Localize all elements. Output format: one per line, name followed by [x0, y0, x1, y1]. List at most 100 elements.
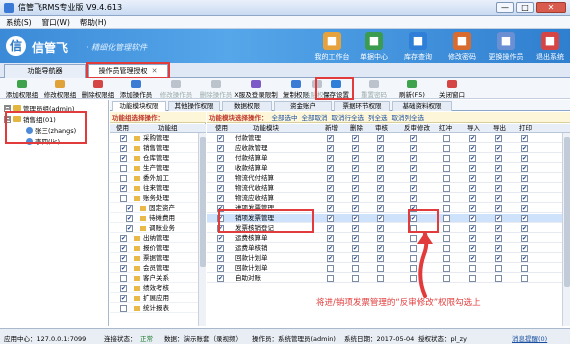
- group-checkbox[interactable]: ✔: [120, 255, 127, 262]
- module-use-checkbox[interactable]: ✔: [217, 165, 224, 172]
- toolbar-button-2[interactable]: 删除权限组: [78, 80, 118, 99]
- toolbar-button-6[interactable]: X服及登录限制: [234, 80, 278, 99]
- module-row[interactable]: ✔ 应收款管理 ✔ ✔ ✔ ✔ ✔ ✔ ✔: [207, 144, 567, 153]
- perm-checkbox[interactable]: ✔: [352, 185, 359, 192]
- perm-checkbox[interactable]: ✔: [352, 145, 359, 152]
- group-checkbox[interactable]: ✔: [120, 285, 127, 292]
- perm-checkbox[interactable]: [327, 275, 334, 282]
- module-row[interactable]: ✔ 自助对账: [207, 274, 567, 283]
- toolbar-button-5[interactable]: 删除操作员: [196, 80, 236, 99]
- perm-checkbox[interactable]: ✔: [521, 135, 528, 142]
- perm-checkbox[interactable]: ✔: [377, 165, 384, 172]
- group-checkbox[interactable]: ✔: [126, 215, 133, 222]
- toolbar-button-11[interactable]: 刷新(F5): [392, 80, 432, 99]
- perm-checkbox[interactable]: ✔: [352, 205, 359, 212]
- perm-checkbox[interactable]: [521, 265, 528, 272]
- module-scrollbar[interactable]: [562, 133, 570, 326]
- perm-checkbox[interactable]: [443, 185, 450, 192]
- perm-checkbox[interactable]: ✔: [352, 155, 359, 162]
- banner-button-1[interactable]: ■ 单据中心: [352, 32, 396, 62]
- group-checkbox[interactable]: [120, 195, 127, 202]
- perm-checkbox[interactable]: ✔: [352, 225, 359, 232]
- group-checkbox[interactable]: [120, 275, 127, 282]
- perm-checkbox[interactable]: ✔: [377, 215, 384, 222]
- module-row[interactable]: ✔ 物流代收结算 ✔ ✔ ✔ ✔ ✔ ✔ ✔: [207, 184, 567, 193]
- group-row[interactable]: ✔ 绩效考核: [110, 284, 205, 293]
- perm-checkbox[interactable]: ✔: [521, 145, 528, 152]
- group-row[interactable]: ✔ 扩展应用: [110, 294, 205, 303]
- perm-checkbox[interactable]: ✔: [327, 145, 334, 152]
- perm-checkbox[interactable]: ✔: [410, 175, 417, 182]
- group-row[interactable]: ✔ 会员管理: [110, 264, 205, 273]
- perm-checkbox[interactable]: ✔: [327, 245, 334, 252]
- module-row[interactable]: ✔ 运费单核销 ✔ ✔ ✔ ✔ ✔ ✔: [207, 244, 567, 253]
- module-row[interactable]: ✔ 回款计划单: [207, 264, 567, 273]
- module-cancel-row-button[interactable]: 取消行全选: [332, 112, 365, 122]
- module-use-checkbox[interactable]: ✔: [217, 275, 224, 282]
- group-scrollbar[interactable]: [198, 133, 206, 326]
- perm-checkbox[interactable]: ✔: [327, 165, 334, 172]
- perm-checkbox[interactable]: ✔: [495, 185, 502, 192]
- group-row[interactable]: ✔ 仓库管理: [110, 154, 205, 163]
- perm-checkbox[interactable]: [521, 275, 528, 282]
- perm-checkbox[interactable]: ✔: [469, 195, 476, 202]
- module-use-checkbox[interactable]: ✔: [217, 135, 224, 142]
- group-row[interactable]: ✔ 调账业务: [110, 224, 205, 233]
- perm-checkbox[interactable]: ✔: [521, 185, 528, 192]
- module-use-checkbox[interactable]: ✔: [217, 175, 224, 182]
- perm-checkbox[interactable]: [443, 245, 450, 252]
- perm-tab-5[interactable]: 基础资料权限: [392, 101, 452, 111]
- perm-checkbox[interactable]: ✔: [469, 175, 476, 182]
- group-checkbox[interactable]: ✔: [120, 235, 127, 242]
- module-row[interactable]: ✔ 物流代付结算 ✔ ✔ ✔ ✔ ✔ ✔ ✔: [207, 174, 567, 183]
- perm-checkbox[interactable]: ✔: [410, 185, 417, 192]
- perm-checkbox[interactable]: ✔: [352, 255, 359, 262]
- perm-checkbox[interactable]: [377, 275, 384, 282]
- menu-window[interactable]: 窗口(W): [42, 17, 70, 28]
- perm-checkbox[interactable]: ✔: [469, 255, 476, 262]
- perm-checkbox[interactable]: ✔: [469, 245, 476, 252]
- group-row[interactable]: ✔ 销售管理: [110, 144, 205, 153]
- perm-checkbox[interactable]: ✔: [469, 215, 476, 222]
- perm-checkbox[interactable]: ✔: [469, 145, 476, 152]
- perm-checkbox[interactable]: ✔: [377, 225, 384, 232]
- group-row[interactable]: ✔ 出纳管理: [110, 234, 205, 243]
- perm-checkbox[interactable]: ✔: [521, 225, 528, 232]
- perm-checkbox[interactable]: ✔: [352, 215, 359, 222]
- perm-checkbox[interactable]: ✔: [521, 165, 528, 172]
- perm-tab-4[interactable]: 票据环节权限: [334, 101, 390, 111]
- perm-checkbox[interactable]: [443, 215, 450, 222]
- perm-checkbox[interactable]: ✔: [327, 235, 334, 242]
- module-use-checkbox[interactable]: ✔: [217, 255, 224, 262]
- group-row[interactable]: 账务处理: [110, 194, 205, 203]
- module-use-checkbox[interactable]: ✔: [217, 185, 224, 192]
- perm-checkbox[interactable]: [495, 265, 502, 272]
- perm-checkbox[interactable]: ✔: [352, 245, 359, 252]
- group-row[interactable]: ✔ 采购管理: [110, 134, 205, 143]
- perm-checkbox[interactable]: ✔: [521, 245, 528, 252]
- perm-checkbox[interactable]: [443, 235, 450, 242]
- module-row[interactable]: ✔ 回款计划单 ✔ ✔ ✔ ✔ ✔ ✔: [207, 254, 567, 263]
- perm-checkbox[interactable]: [352, 275, 359, 282]
- perm-checkbox[interactable]: [469, 265, 476, 272]
- perm-checkbox[interactable]: [352, 265, 359, 272]
- group-checkbox[interactable]: ✔: [120, 145, 127, 152]
- perm-tab-0[interactable]: 功能模块权限: [112, 101, 166, 111]
- group-checkbox[interactable]: ✔: [120, 185, 127, 192]
- perm-checkbox[interactable]: ✔: [377, 255, 384, 262]
- group-checkbox[interactable]: ✔: [126, 205, 133, 212]
- perm-checkbox[interactable]: [443, 155, 450, 162]
- perm-checkbox[interactable]: ✔: [469, 135, 476, 142]
- banner-button-4[interactable]: ■ 更换操作员: [484, 32, 528, 62]
- perm-checkbox[interactable]: ✔: [352, 195, 359, 202]
- perm-checkbox[interactable]: ✔: [377, 235, 384, 242]
- close-button[interactable]: ✕: [536, 2, 566, 13]
- perm-checkbox[interactable]: ✔: [377, 185, 384, 192]
- toolbar-button-0[interactable]: 添加权限组: [2, 80, 42, 99]
- perm-checkbox[interactable]: ✔: [495, 245, 502, 252]
- perm-checkbox[interactable]: ✔: [469, 185, 476, 192]
- perm-checkbox[interactable]: ✔: [521, 155, 528, 162]
- perm-checkbox[interactable]: ✔: [469, 155, 476, 162]
- perm-checkbox[interactable]: ✔: [377, 155, 384, 162]
- perm-checkbox[interactable]: ✔: [377, 175, 384, 182]
